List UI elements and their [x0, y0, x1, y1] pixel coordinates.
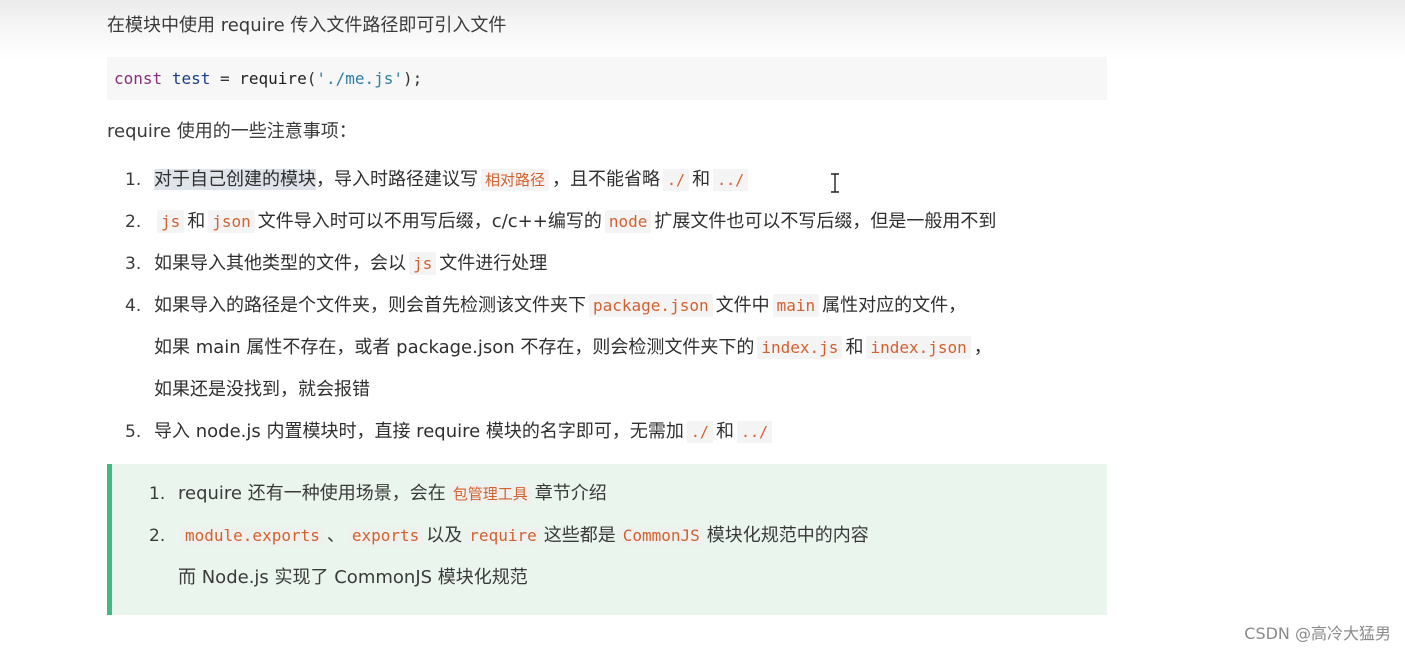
item-text: 和 [715, 421, 734, 442]
inline-code: 相对路径 [481, 169, 550, 191]
inline-code: module.exports [181, 524, 324, 547]
inline-code: 包管理工具 [448, 483, 532, 505]
inline-code: ../ [736, 421, 773, 443]
selected-text[interactable]: 对于自己创建的模块 [154, 169, 316, 190]
code-block: const test = require('./me.js'); [107, 57, 1107, 100]
list-number: 2. [125, 212, 142, 232]
inline-code: ./ [686, 421, 713, 443]
item-text: 如果导入其他类型的文件，会以 [154, 253, 406, 274]
inline-code: js [157, 210, 185, 233]
item-text: ，且不能省略 [552, 169, 661, 190]
list-number: 4. [125, 296, 142, 316]
item-text: 和 [187, 211, 206, 232]
inline-code: index.js [757, 336, 843, 359]
item-text: 如果导入的路径是个文件夹，则会首先检测该文件夹下 [154, 295, 586, 316]
item-text: 文件进行处理 [439, 253, 548, 274]
code-open-paren: ( [306, 69, 317, 88]
list-number: 3. [125, 254, 142, 274]
code-keyword: const [114, 69, 163, 88]
code-equals: = [219, 69, 230, 88]
inline-code: main [772, 294, 820, 317]
item-text: ， [973, 337, 992, 358]
list-number: 1. [125, 170, 142, 190]
item-text: 而 Node.js 实现了 CommonJS 模块化规范 [178, 567, 528, 588]
inline-code: js [409, 252, 437, 275]
item-text: 如果 main 属性不存在，或者 package.json 不存在，则会检测文件… [154, 337, 755, 358]
item-text: 扩展文件也可以不写后缀，但是一般用不到 [654, 211, 997, 232]
item-text: 模块化规范中的内容 [706, 525, 869, 546]
inline-code: index.json [866, 336, 971, 359]
item-text: 如果还是没找到，就会报错 [154, 379, 370, 400]
item-text: 导入 node.js 内置模块时，直接 require 模块的名字即可，无需加 [154, 421, 684, 442]
inline-code: CommonJS [618, 524, 704, 547]
inline-code: require [465, 524, 541, 547]
item-text: ，导入时路径建议写 [316, 169, 478, 190]
item-text: 章节介绍 [534, 483, 607, 504]
inline-code: node [604, 210, 652, 233]
item-text: 属性对应的文件， [822, 295, 967, 316]
item-text: 以及 [426, 525, 463, 546]
code-close: ); [403, 69, 423, 88]
tip-box: 1. require 还有一种使用场景，会在 包管理工具 章节介绍 2. modul… [107, 464, 1107, 615]
item-text: 文件导入时可以不用写后缀，c/c++编写的 [257, 211, 602, 232]
list-number: 5. [125, 422, 142, 442]
inline-code: exports [347, 524, 424, 547]
inline-code: ../ [713, 169, 749, 191]
notes-heading: require 使用的一些注意事项： [107, 121, 357, 142]
text-cursor-icon [831, 173, 839, 193]
watermark: CSDN @高冷大猛男 [1244, 624, 1391, 643]
item-text: 、 [326, 525, 345, 546]
item-text: 文件中 [715, 295, 770, 316]
item-text: 和 [692, 169, 711, 190]
inline-code: ./ [663, 169, 690, 191]
code-variable: test [171, 69, 211, 88]
list-number: 1. [149, 484, 166, 504]
item-text: 这些都是 [543, 525, 616, 546]
inline-code: package.json [589, 294, 713, 317]
item-text: 和 [845, 337, 864, 358]
intro-paragraph: 在模块中使用 require 传入文件路径即可引入文件 [107, 15, 507, 36]
list-number: 2. [149, 526, 166, 546]
code-function: require [239, 69, 307, 88]
code-string: './me.js' [316, 69, 404, 88]
inline-code: json [208, 210, 255, 233]
item-text: require 还有一种使用场景，会在 [178, 483, 446, 504]
